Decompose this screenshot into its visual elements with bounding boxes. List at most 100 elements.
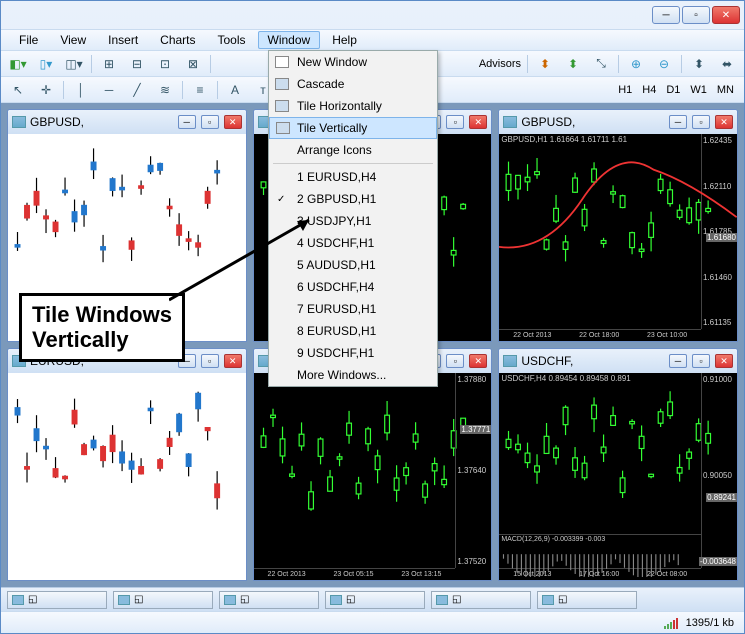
chart-close-button[interactable]: ✕: [469, 115, 487, 129]
crosshair-icon[interactable]: ✛: [35, 80, 57, 100]
open-icon[interactable]: ▯▾: [35, 54, 57, 74]
chart-maximize-button[interactable]: ▫: [446, 115, 464, 129]
x-axis: 22 Oct 201323 Oct 05:1523 Oct 13:15: [254, 568, 456, 580]
annotation-line2: Vertically: [32, 327, 172, 352]
menu-view[interactable]: View: [50, 31, 96, 49]
chart-maximize-button[interactable]: ▫: [446, 354, 464, 368]
chart-title: USDCHF,: [521, 354, 664, 368]
chart-type-icon[interactable]: ⬍: [688, 54, 710, 74]
indicator-icon[interactable]: ⬍: [534, 54, 556, 74]
window-item-0[interactable]: 1 EURUSD,H4: [269, 166, 437, 188]
fibo-icon[interactable]: ≡: [189, 80, 211, 100]
chart-canvas[interactable]: USDCHF,H4 0.89454 0.89458 0.8910.910000.…: [499, 373, 737, 580]
vline-icon[interactable]: │: [70, 80, 92, 100]
chart-title: GBPUSD,: [30, 115, 173, 129]
menu-file[interactable]: File: [9, 31, 48, 49]
chart-canvas[interactable]: [8, 373, 246, 580]
text-icon[interactable]: A: [224, 80, 246, 100]
chart-close-button[interactable]: ✕: [715, 115, 733, 129]
chart-titlebar[interactable]: GBPUSD, ─ ▫ ✕: [499, 110, 737, 134]
minimize-button[interactable]: ─: [652, 6, 680, 24]
menu-item-new-window[interactable]: New Window: [269, 51, 437, 73]
window-item-7[interactable]: 8 EURUSD,H1: [269, 320, 437, 342]
profiles-icon[interactable]: ◫▾: [63, 54, 85, 74]
window-item-1[interactable]: ✓2 GBPUSD,H1: [269, 188, 437, 210]
titlebar: ─ ▫ ✕: [1, 1, 744, 29]
new-icon[interactable]: ◧▾: [7, 54, 29, 74]
tab-restore-icon: ◱: [558, 594, 567, 605]
menubar: FileViewInsertChartsToolsWindowHelp: [1, 29, 744, 51]
tab-restore-icon: ◱: [452, 594, 461, 605]
window-tab-5[interactable]: ◱: [537, 591, 637, 609]
chart-titlebar[interactable]: USDCHF, ─ ▫ ✕: [499, 349, 737, 373]
connection-status: 1395/1 kb: [686, 617, 734, 629]
chart-titlebar[interactable]: GBPUSD, ─ ▫ ✕: [8, 110, 246, 134]
window-tab-2[interactable]: ◱: [219, 591, 319, 609]
macd-marker: -0.003648: [699, 557, 737, 566]
timeframe-h1[interactable]: H1: [614, 82, 636, 98]
tab-restore-icon: ◱: [134, 594, 143, 605]
chart-type2-icon[interactable]: ⬌: [716, 54, 738, 74]
nav-icon[interactable]: ⊟: [126, 54, 148, 74]
menu-item-cascade[interactable]: Cascade: [269, 73, 437, 95]
annotation-callout: Tile Windows Vertically: [19, 293, 185, 362]
chart-maximize-button[interactable]: ▫: [692, 354, 710, 368]
zoom-in-icon[interactable]: ⊕: [625, 54, 647, 74]
menu-window[interactable]: Window: [258, 31, 321, 49]
market-icon[interactable]: ⊞: [98, 54, 120, 74]
close-button[interactable]: ✕: [712, 6, 740, 24]
tab-icon: [436, 595, 448, 605]
window-tab-3[interactable]: ◱: [325, 591, 425, 609]
tester-icon[interactable]: ⊠: [182, 54, 204, 74]
period-icon[interactable]: ⤡: [590, 54, 612, 74]
chart-minimize-button[interactable]: ─: [669, 354, 687, 368]
timeframe-w1[interactable]: W1: [686, 82, 711, 98]
window-tab-0[interactable]: ◱: [7, 591, 107, 609]
chart-close-button[interactable]: ✕: [469, 354, 487, 368]
y-axis: 0.910000.90050: [701, 373, 737, 568]
menu-item-tile-horizontally[interactable]: Tile Horizontally: [269, 95, 437, 117]
chart-minimize-button[interactable]: ─: [669, 115, 687, 129]
chart-close-button[interactable]: ✕: [715, 354, 733, 368]
channel-icon[interactable]: ≋: [154, 80, 176, 100]
x-axis: 22 Oct 201322 Oct 18:0023 Oct 10:00: [499, 329, 701, 341]
indicator2-icon[interactable]: ⬍: [562, 54, 584, 74]
window-tab-4[interactable]: ◱: [431, 591, 531, 609]
zoom-out-icon[interactable]: ⊖: [653, 54, 675, 74]
chart-maximize-button[interactable]: ▫: [201, 354, 219, 368]
timeframe-h4[interactable]: H4: [638, 82, 660, 98]
chart-canvas[interactable]: 1.378801.376401.375201.3777122 Oct 20132…: [254, 373, 492, 580]
connection-bars-icon: [664, 617, 678, 629]
chart-minimize-button[interactable]: ─: [178, 115, 196, 129]
price-marker: 0.89241: [706, 493, 737, 502]
menu-charts[interactable]: Charts: [150, 31, 205, 49]
menu-tools[interactable]: Tools: [208, 31, 256, 49]
menu-item-arrange-icons[interactable]: Arrange Icons: [269, 139, 437, 161]
menu-insert[interactable]: Insert: [98, 31, 148, 49]
hline-icon[interactable]: ─: [98, 80, 120, 100]
chart-canvas[interactable]: GBPUSD,H1 1.61664 1.61711 1.611.624351.6…: [499, 134, 737, 341]
window-item-8[interactable]: 9 USDCHF,H1: [269, 342, 437, 364]
timeframe-mn[interactable]: MN: [713, 82, 738, 98]
cursor-icon[interactable]: ↖: [7, 80, 29, 100]
window-tab-1[interactable]: ◱: [113, 591, 213, 609]
chart-close-button[interactable]: ✕: [224, 115, 242, 129]
chart-icon: [503, 116, 517, 128]
menu-item-more-windows[interactable]: More Windows...: [269, 364, 437, 386]
menu-help[interactable]: Help: [322, 31, 367, 49]
advisors-label[interactable]: Advisors: [479, 58, 521, 70]
chart-close-button[interactable]: ✕: [224, 354, 242, 368]
chart-window-3: EURUSD, ─ ▫ ✕: [7, 348, 247, 581]
chart-maximize-button[interactable]: ▫: [692, 115, 710, 129]
trendline-icon[interactable]: ╱: [126, 80, 148, 100]
tab-icon: [118, 595, 130, 605]
chart-icon: [503, 355, 517, 367]
tab-restore-icon: ◱: [346, 594, 355, 605]
chart-maximize-button[interactable]: ▫: [201, 115, 219, 129]
menu-item-tile-vertically[interactable]: Tile Vertically: [269, 117, 437, 139]
annotation-line1: Tile Windows: [32, 302, 172, 327]
terminal-icon[interactable]: ⊡: [154, 54, 176, 74]
tab-restore-icon: ◱: [240, 594, 249, 605]
timeframe-d1[interactable]: D1: [662, 82, 684, 98]
maximize-button[interactable]: ▫: [682, 6, 710, 24]
